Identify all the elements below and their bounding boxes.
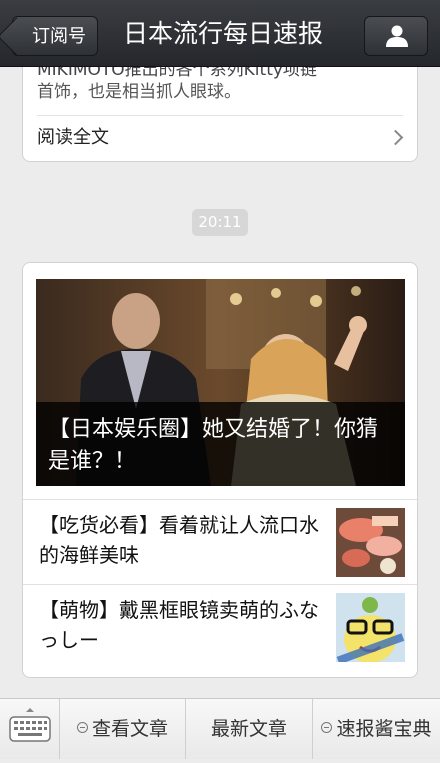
seafood-thumbnail	[336, 508, 405, 577]
keyboard-icon	[9, 708, 51, 742]
back-button[interactable]: 订阅号	[12, 16, 98, 56]
article-list-item[interactable]: 【萌物】戴黑框眼镜卖萌的ふなっしー	[23, 585, 417, 669]
main-article-cover[interactable]: 【日本娱乐圈】她又结婚了！你猜是谁？！	[36, 279, 405, 486]
excerpt-line-2: 首饰，也是相当抓人眼球。	[37, 82, 241, 102]
article-group-card: 【日本娱乐圈】她又结婚了！你猜是谁？！ 【吃货必看】看着就让人流口水的海鲜美味 …	[22, 262, 418, 678]
menu-label: 查看文章	[91, 718, 168, 740]
funassyi-thumbnail	[336, 593, 405, 662]
bottom-menu-bar: 查看文章 最新文章 速报酱宝典	[0, 698, 440, 759]
menu-label: 速报酱宝典	[336, 718, 432, 740]
main-article-title: 【日本娱乐圈】她又结婚了！你猜是谁？！	[48, 417, 379, 474]
article-list-item[interactable]: 【吃货必看】看着就让人流口水的海鲜美味	[23, 500, 417, 584]
person-icon	[386, 25, 408, 47]
chevron-right-icon	[387, 129, 404, 146]
profile-button[interactable]	[364, 16, 428, 56]
menu-latest-articles[interactable]: 最新文章	[186, 699, 313, 759]
menu-view-articles[interactable]: 查看文章	[60, 699, 186, 759]
submenu-icon	[76, 722, 88, 733]
keyboard-toggle-button[interactable]	[0, 699, 60, 759]
back-button-label: 订阅号	[32, 26, 86, 47]
top-navigation-bar: 订阅号 日本流行每日速报	[0, 0, 440, 67]
article-title: 【萌物】戴黑框眼镜卖萌的ふなっしー	[39, 598, 319, 652]
read-full-article-link[interactable]: 阅读全文	[37, 119, 404, 157]
page-title: 日本流行每日速报	[122, 19, 323, 48]
timestamp-badge: 20:11	[192, 209, 248, 236]
menu-label: 最新文章	[210, 718, 287, 740]
article-title: 【吃货必看】看着就让人流口水的海鲜美味	[39, 513, 319, 567]
divider	[37, 115, 403, 116]
menu-guide[interactable]: 速报酱宝典	[313, 699, 440, 759]
read-all-label: 阅读全文	[37, 127, 109, 148]
submenu-icon	[321, 722, 333, 733]
